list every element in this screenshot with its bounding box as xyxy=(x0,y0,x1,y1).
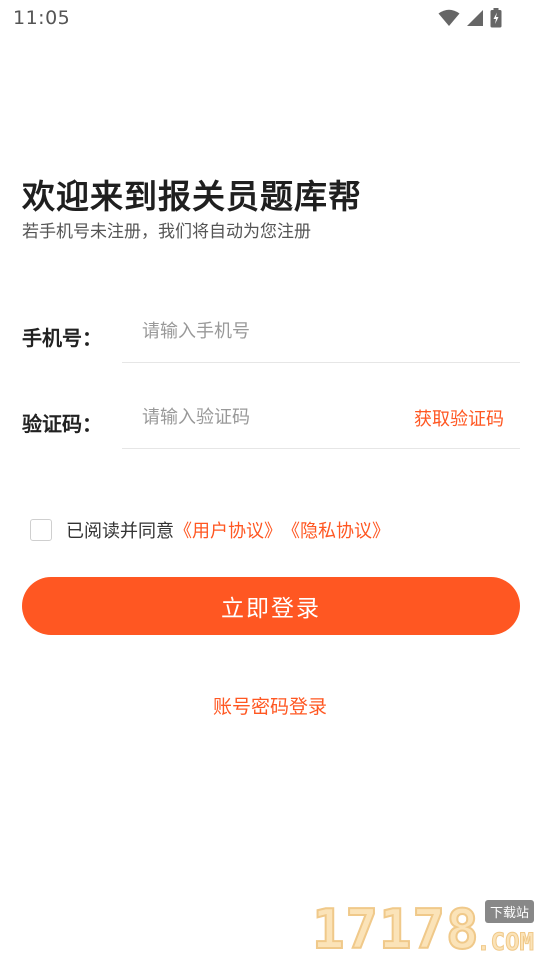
code-label: 验证码： xyxy=(22,412,102,436)
get-code-button[interactable]: 获取验证码 xyxy=(414,405,504,431)
login-button[interactable]: 立即登录 xyxy=(22,577,520,635)
agreement-row: 已阅读并同意 《用户协议》 《隐私协议》 xyxy=(30,518,390,542)
code-input[interactable] xyxy=(142,400,382,434)
status-bar: 11:05 xyxy=(0,0,540,36)
phone-input[interactable] xyxy=(142,314,382,348)
phone-label: 手机号： xyxy=(22,326,102,350)
privacy-policy-link[interactable]: 《隐私协议》 xyxy=(282,517,390,543)
status-time: 11:05 xyxy=(13,7,71,29)
phone-field xyxy=(122,302,520,363)
code-row: 验证码： 获取验证码 xyxy=(22,388,520,449)
page-subtitle: 若手机号未注册，我们将自动为您注册 xyxy=(22,222,311,242)
page-title: 欢迎来到报关员题库帮 xyxy=(22,177,362,216)
watermark-digits: 17178 xyxy=(311,898,480,961)
site-watermark: 17178 下载站 .COM xyxy=(311,898,536,961)
agree-text: 已阅读并同意 xyxy=(66,521,174,542)
agree-checkbox[interactable] xyxy=(30,519,52,541)
signal-icon xyxy=(466,9,484,27)
code-field: 获取验证码 xyxy=(122,388,520,449)
wifi-icon xyxy=(438,9,460,27)
user-agreement-link[interactable]: 《用户协议》 xyxy=(174,517,282,543)
battery-icon xyxy=(490,8,502,28)
watermark-suffix: .COM xyxy=(476,928,535,957)
status-icons xyxy=(438,8,502,28)
watermark-tag: 下载站 xyxy=(484,900,534,923)
phone-row: 手机号： xyxy=(22,302,520,363)
password-login-link[interactable]: 账号密码登录 xyxy=(0,692,540,719)
